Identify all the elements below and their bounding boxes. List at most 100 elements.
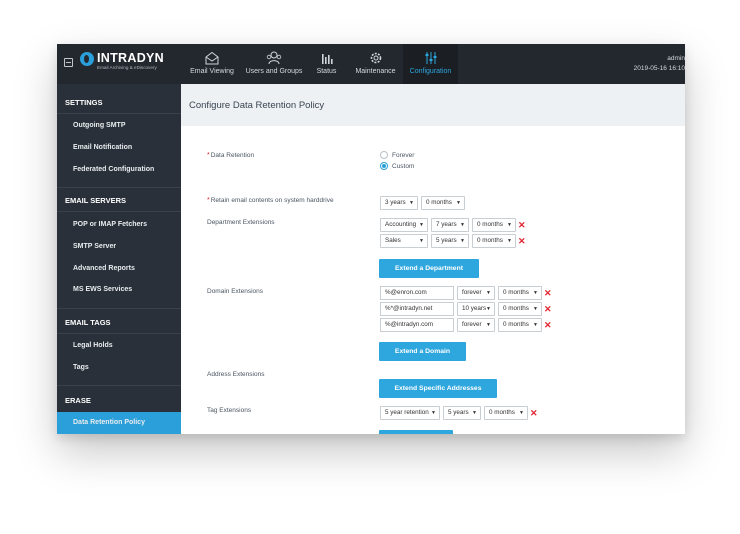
select-value: 0 months	[503, 305, 529, 312]
caret-down-icon: ▼	[460, 238, 465, 244]
remove-icon[interactable]: ✕	[518, 236, 526, 246]
envelope-icon	[205, 51, 219, 65]
sidebar-item-tags[interactable]: Tags	[73, 364, 89, 371]
select-value: 7 years	[436, 221, 457, 228]
sidebar-section-settings: SETTINGS	[65, 98, 103, 107]
caret-down-icon: ▼	[533, 290, 538, 296]
extend-tag-button[interactable]	[379, 430, 453, 434]
sidebar-section-email-tags: EMAIL TAGS	[65, 318, 111, 327]
tag-months-select[interactable]: 0 months ▼	[484, 406, 528, 420]
sidebar-item-data-retention-policy[interactable]: Data Retention Policy	[73, 419, 145, 426]
tag-years-select[interactable]: 5 years ▼	[443, 406, 481, 420]
caret-down-icon: ▼	[507, 238, 512, 244]
select-value: 0 months	[477, 221, 503, 228]
caret-down-icon: ▼	[486, 290, 491, 296]
caret-down-icon: ▼	[507, 222, 512, 228]
nav-label: Configuration	[409, 68, 452, 75]
user-name[interactable]: admin	[615, 54, 685, 64]
select-value: 0 months	[477, 237, 503, 244]
remove-icon[interactable]: ✕	[544, 320, 552, 330]
nav-configuration[interactable]: Configuration	[403, 44, 458, 84]
department-label: Department Extensions	[207, 219, 275, 226]
nav-label: Email Viewing	[190, 68, 234, 75]
domain-input[interactable]: %*@intradyn.net	[380, 302, 454, 316]
department-months-select[interactable]: 0 months ▼	[472, 218, 516, 232]
department-select[interactable]: Sales ▼	[380, 234, 428, 248]
nav-label: Status	[316, 68, 337, 75]
sidebar-item-advanced-reports[interactable]: Advanced Reports	[73, 265, 135, 272]
caret-down-icon: ▼	[419, 222, 424, 228]
current-datetime: 2019-05-16 16:10	[633, 65, 685, 72]
divider	[57, 308, 181, 309]
sidebar-section-erase: ERASE	[65, 396, 91, 405]
nav-users-and-groups[interactable]: Users and Groups	[243, 44, 305, 84]
department-months-select[interactable]: 0 months ▼	[472, 234, 516, 248]
caret-down-icon: ▼	[533, 306, 538, 312]
brand-logo: INTRADYN Email Archiving & eDiscovery	[57, 44, 181, 84]
nav-maintenance[interactable]: Maintenance	[348, 44, 403, 84]
extend-addresses-button[interactable]: Extend Specific Addresses	[379, 379, 497, 398]
gear-icon	[370, 52, 381, 64]
department-years-select[interactable]: 5 years ▼	[431, 234, 469, 248]
domain-input[interactable]: %@intradyn.com	[380, 318, 454, 332]
select-value: 5 year retention	[385, 409, 429, 416]
caret-down-icon: ▼	[431, 410, 436, 416]
radio-custom[interactable]	[380, 162, 388, 170]
department-years-select[interactable]: 7 years ▼	[431, 218, 469, 232]
nav-status[interactable]: Status	[305, 44, 348, 84]
sidebar-item-ms-ews-services[interactable]: MS EWS Services	[73, 286, 132, 293]
select-value: 10 years	[462, 305, 487, 312]
brand-tagline: Email Archiving & eDiscovery	[97, 65, 157, 70]
remove-icon[interactable]: ✕	[530, 408, 538, 418]
domain-months-select[interactable]: 0 months ▼	[498, 286, 542, 300]
required-icon: *	[207, 197, 210, 204]
caret-down-icon: ▼	[472, 410, 477, 416]
sidebar-item-email-notification[interactable]: Email Notification	[73, 144, 132, 151]
caret-down-icon: ▼	[519, 410, 524, 416]
department-select[interactable]: Accounting ▼	[380, 218, 428, 232]
domain-months-select[interactable]: 0 months ▼	[498, 302, 542, 316]
sidebar-item-smtp-server[interactable]: SMTP Server	[73, 243, 116, 250]
remove-icon[interactable]: ✕	[544, 288, 552, 298]
radio-forever-label: Forever	[392, 152, 415, 159]
caret-down-icon: ▼	[460, 222, 465, 228]
caret-down-icon: ▼	[486, 322, 491, 328]
sidebar-item-outgoing-smtp[interactable]: Outgoing SMTP	[73, 122, 126, 129]
bar-chart-icon	[321, 54, 333, 64]
tag-label: Tag Extensions	[207, 407, 252, 414]
domain-months-select[interactable]: 0 months ▼	[498, 318, 542, 332]
sidebar-item-federated-configuration[interactable]: Federated Configuration	[73, 166, 154, 173]
retain-label: *Retain email contents on system harddri…	[207, 197, 334, 204]
menu-toggle-icon[interactable]	[64, 58, 73, 67]
user-info: admin 2019-05-16 16:10	[615, 54, 685, 74]
select-value: 3 years	[385, 199, 406, 206]
tag-select[interactable]: 5 year retention ▼	[380, 406, 440, 420]
top-bar: INTRADYN Email Archiving & eDiscovery Em…	[57, 44, 685, 84]
select-value: forever	[462, 321, 482, 328]
sidebar-item-legal-holds[interactable]: Legal Holds	[73, 342, 113, 349]
domain-years-select[interactable]: forever ▼	[457, 286, 495, 300]
extend-domain-button[interactable]: Extend a Domain	[379, 342, 466, 361]
remove-icon[interactable]: ✕	[544, 304, 552, 314]
nav-email-viewing[interactable]: Email Viewing	[181, 44, 243, 84]
domain-label: Domain Extensions	[207, 288, 263, 295]
domain-input[interactable]: %@enron.com	[380, 286, 454, 300]
sidebar-section-email-servers: EMAIL SERVERS	[65, 196, 126, 205]
select-value: Accounting	[385, 221, 417, 228]
domain-years-select[interactable]: forever ▼	[457, 318, 495, 332]
retention-form: *Data Retention Forever Custom *Retain e…	[181, 126, 685, 434]
domain-years-select[interactable]: 10 years ▼	[457, 302, 495, 316]
remove-icon[interactable]: ✕	[518, 220, 526, 230]
sidebar-item-pop-imap-fetchers[interactable]: POP or IMAP Fetchers	[73, 221, 147, 228]
data-retention-label-text: Data Retention	[210, 152, 255, 159]
caret-down-icon: ▼	[419, 238, 424, 244]
main-nav: Email Viewing Users and Groups Status Ma…	[181, 44, 458, 84]
radio-forever[interactable]	[380, 151, 388, 159]
caret-down-icon: ▼	[456, 200, 461, 206]
intradyn-logo-icon	[80, 52, 94, 66]
divider	[57, 113, 181, 114]
retain-years-select[interactable]: 3 years ▼	[380, 196, 418, 210]
extend-department-button[interactable]: Extend a Department	[379, 259, 479, 278]
select-value: forever	[462, 289, 482, 296]
retain-months-select[interactable]: 0 months ▼	[421, 196, 465, 210]
